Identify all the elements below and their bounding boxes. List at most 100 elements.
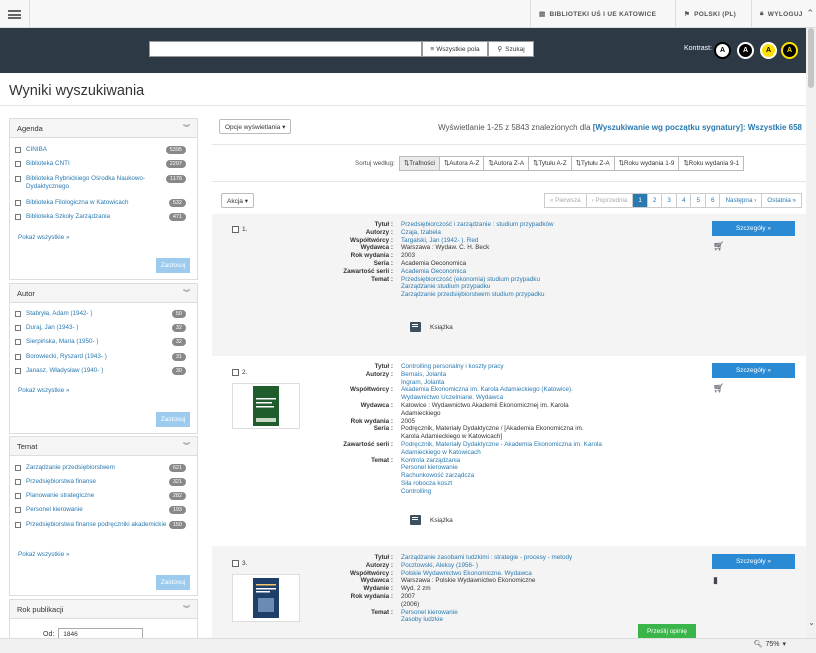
contrast-black-white-button[interactable]: A <box>737 42 754 59</box>
record-field-link[interactable]: Zarządzanie przedsiębiorstwem studium pr… <box>401 291 602 299</box>
logout-link[interactable]: 🔒︎ WYLOGUJ <box>751 0 811 28</box>
record-field-link[interactable]: Ingram, Jolanta <box>401 379 602 387</box>
sort-relevance-button[interactable]: ⇅ Trafności <box>400 157 440 170</box>
record-field-link[interactable]: Pocztowski, Aleksy (1956- ) <box>401 562 602 570</box>
record-checkbox[interactable] <box>232 369 239 376</box>
record-field-link[interactable]: Polskie Wydawnictwo Ekonomiczne. Wydawca <box>401 570 602 578</box>
cart-icon[interactable]: 🛒︎ <box>713 383 724 394</box>
record-field-link[interactable]: Zarządzanie studium przypadku <box>401 283 602 291</box>
facet-author-item-3[interactable]: Sierpińska, Maria (1950- ) 32 <box>15 338 186 346</box>
show-all-agenda-link[interactable]: Pokaż wszystkie » <box>18 234 69 241</box>
sort-year-asc-button[interactable]: ⇅ Roku wydania 1-9 <box>614 157 680 170</box>
record-field-link[interactable]: Bernais, Jolanta <box>401 371 602 379</box>
facet-agenda-item-5[interactable]: Biblioteka Szkoły Zarządzania 471 <box>15 213 186 221</box>
page-3-button[interactable]: 3 <box>662 194 677 207</box>
record-field-link[interactable]: Kontrola zarządzania <box>401 457 602 465</box>
search-query-link[interactable]: [Wyszukiwanie wg początku sygnatury]: Ws… <box>593 123 802 132</box>
facet-author-item-2[interactable]: Duraj, Jan (1943- ) 32 <box>15 324 186 332</box>
record-field-link[interactable]: Controlling personalny i koszty pracy <box>401 363 602 371</box>
checkbox[interactable] <box>15 325 21 331</box>
record-checkbox[interactable] <box>232 560 239 567</box>
record-field-link[interactable]: Podręcznik, Materiały Dydaktyczne - Akad… <box>401 441 602 457</box>
checkbox[interactable] <box>15 522 21 528</box>
checkbox[interactable] <box>15 200 21 206</box>
page-6-button[interactable]: 6 <box>705 194 721 207</box>
details-button[interactable]: Szczegóły » <box>712 221 795 236</box>
facet-agenda-item-2[interactable]: Biblioteka CNTI 2207 <box>15 160 186 168</box>
apply-author-button[interactable]: Zastosuj <box>156 412 190 427</box>
record-field-link[interactable]: Personel kierowanie <box>401 464 602 472</box>
facet-author-item-1[interactable]: Stabryła, Adam (1942- ) 50 <box>15 310 186 318</box>
facet-subject-item-3[interactable]: Planowanie strategiczne 282 <box>15 492 186 500</box>
checkbox[interactable] <box>15 147 21 153</box>
checkbox[interactable] <box>15 354 21 360</box>
checkbox[interactable] <box>15 176 21 182</box>
record-field-link[interactable]: Academia Oeconomica <box>401 268 602 276</box>
sort-year-desc-button[interactable]: ⇅ Roku wydania 9-1 <box>679 157 744 170</box>
details-button[interactable]: Szczegóły » <box>712 363 795 378</box>
language-menu[interactable]: ⚑ POLSKI (PL) <box>675 0 744 28</box>
record-checkbox[interactable] <box>232 226 239 233</box>
show-all-author-link[interactable]: Pokaż wszystkie » <box>18 387 69 394</box>
record-field-link[interactable]: Czaja, Izabela <box>401 229 602 237</box>
record-field-link[interactable]: Zarządzanie zasobami ludzkimi : strategi… <box>401 554 602 562</box>
page-5-button[interactable]: 5 <box>691 194 706 207</box>
sort-author-desc-button[interactable]: ⇅ Autora Z-A <box>484 157 530 170</box>
checkbox[interactable] <box>15 311 21 317</box>
page-2-button[interactable]: 2 <box>647 194 663 207</box>
zoom-control[interactable]: 🔍︎ 75% ▾ <box>754 640 786 649</box>
page-4-button[interactable]: 4 <box>676 194 692 207</box>
record-field-link[interactable]: Akademia Ekonomiczna im. Karola Adamieck… <box>401 386 602 402</box>
page-scrollbar[interactable] <box>806 28 816 638</box>
facet-subject-header[interactable]: Temat ︾ <box>10 437 197 456</box>
facet-agenda-item-1[interactable]: CINIBA 5395 <box>15 146 186 154</box>
checkbox[interactable] <box>15 214 21 220</box>
contrast-black-yellow-button[interactable]: A <box>781 42 798 59</box>
record-field-link[interactable]: Przedsiębiorczość (ekonomia) studium prz… <box>401 276 602 284</box>
page-first-button[interactable]: « Pierwsza <box>544 194 587 207</box>
view-options-button[interactable]: Opcje wyświetlania ▾ <box>219 119 292 134</box>
record-field-link[interactable]: Personel kierowanie <box>401 609 602 617</box>
record-field-link[interactable]: Controlling <box>401 488 602 496</box>
sort-title-asc-button[interactable]: ⇅ Tytułu A-Z <box>529 157 572 170</box>
sort-title-desc-button[interactable]: ⇅ Tytułu Z-A <box>571 157 615 170</box>
scroll-down-arrow-icon[interactable]: ⌄ <box>808 618 815 627</box>
page-previous-button[interactable]: ‹ Poprzednia <box>586 194 634 207</box>
facet-author-item-5[interactable]: Janasz, Władysław (1940- ) 30 <box>15 367 186 375</box>
apply-agenda-button[interactable]: Zastosuj <box>156 258 190 273</box>
show-all-subject-link[interactable]: Pokaż wszystkie » <box>18 551 69 558</box>
checkbox[interactable] <box>15 368 21 374</box>
library-link[interactable]: ▤ BIBLIOTEKI UŚ I UE KATOWICE <box>530 0 664 28</box>
scrollbar-thumb[interactable] <box>808 28 814 88</box>
checkbox[interactable] <box>15 465 21 471</box>
facet-agenda-item-3[interactable]: Biblioteka Rybnickiego Ośrodka Naukowo-D… <box>15 175 186 191</box>
contrast-yellow-black-button[interactable]: A <box>760 42 777 59</box>
record-field-link[interactable]: Targalski, Jan (1942- ). Red <box>401 237 602 245</box>
facet-subject-item-5[interactable]: Przedsiębiorstwa finanse podręczniki aka… <box>15 521 186 529</box>
facet-year-header[interactable]: Rok publikacji ︾ <box>10 600 197 619</box>
send-feedback-button[interactable]: Prześlij opinię <box>638 624 696 638</box>
checkbox[interactable] <box>15 339 21 345</box>
page-last-button[interactable]: Ostatnia » <box>762 194 801 207</box>
search-field-select[interactable]: ≡ Wszystkie pola <box>422 41 488 57</box>
scroll-up-arrow-icon[interactable]: ⌃ <box>806 8 814 19</box>
facet-subject-item-4[interactable]: Personel kierowanie 193 <box>15 506 186 514</box>
book-cover-thumbnail[interactable] <box>232 383 300 429</box>
cart-icon[interactable]: 🛒︎ <box>713 241 724 252</box>
facet-author-header[interactable]: Autor ︾ <box>10 284 197 303</box>
facet-author-item-4[interactable]: Borowiecki, Ryszard (1943- ) 31 <box>15 353 186 361</box>
record-field-link[interactable]: Zasoby ludzkie <box>401 616 602 624</box>
facet-subject-item-2[interactable]: Przedsiębiorstwa finanse 321 <box>15 478 186 486</box>
checkbox[interactable] <box>15 161 21 167</box>
record-field-link[interactable]: Siła robocza koszt <box>401 480 602 488</box>
details-button[interactable]: Szczegóły » <box>712 554 795 569</box>
record-field-link[interactable]: Przedsiębiorczość i zarządzanie : studiu… <box>401 221 602 229</box>
facet-agenda-item-4[interactable]: Biblioteka Filologiczna w Katowicach 532 <box>15 199 186 207</box>
record-field-link[interactable]: Rachunkowość zarządcza <box>401 472 602 480</box>
contrast-default-button[interactable]: A <box>714 42 731 59</box>
facet-agenda-header[interactable]: Agenda ︾ <box>10 119 197 138</box>
page-next-button[interactable]: Następna › <box>720 194 763 207</box>
sort-author-asc-button[interactable]: ⇅ Autora A-Z <box>439 157 485 170</box>
checkbox[interactable] <box>15 479 21 485</box>
menu-toggle-button[interactable] <box>0 0 30 28</box>
